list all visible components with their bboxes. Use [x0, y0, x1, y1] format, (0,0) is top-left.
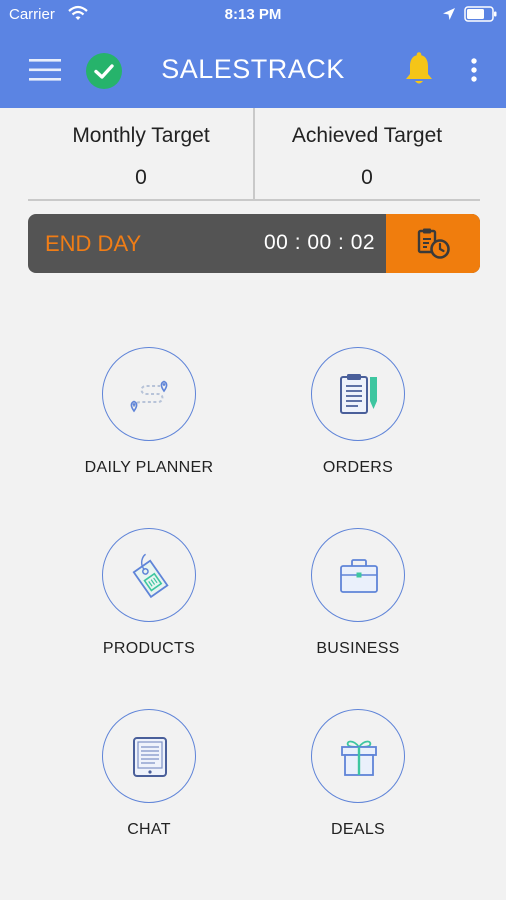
tile-deals[interactable]: DEALS	[258, 709, 458, 859]
tile-products[interactable]: PRODUCTS	[49, 528, 249, 678]
tile-label-business: BUSINESS	[316, 640, 400, 657]
end-day-timer: 00 : 00 : 02	[264, 231, 376, 254]
tile-daily-planner[interactable]: DAILY PLANNER	[49, 347, 249, 497]
chat-tablet-icon	[133, 737, 167, 777]
clipboard-clock-icon	[417, 228, 450, 259]
gift-icon	[341, 740, 377, 776]
more-options-icon[interactable]	[462, 56, 486, 86]
tile-business[interactable]: BUSINESS	[258, 528, 458, 678]
tile-label-deals: DEALS	[331, 821, 385, 838]
products-icon-circle	[102, 528, 196, 622]
clipboard-icon	[340, 374, 377, 414]
achieved-target-value: 0	[361, 166, 373, 189]
end-day-label: END DAY	[45, 231, 142, 256]
route-map-icon	[130, 380, 168, 413]
achieved-target: Achieved Target 0	[254, 108, 480, 199]
monthly-target-label: Monthly Target	[72, 124, 210, 147]
tile-chat[interactable]: CHAT	[49, 709, 249, 859]
location-arrow-icon	[442, 7, 456, 25]
app-header: Carrier 8:13 PM SALESTRACK	[0, 0, 506, 108]
monthly-target-value: 0	[135, 166, 147, 189]
battery-icon	[464, 6, 498, 26]
chat-icon-circle	[102, 709, 196, 803]
end-day-bar[interactable]: END DAY 00 : 00 : 02	[28, 214, 480, 273]
status-time: 8:13 PM	[224, 6, 282, 23]
targets-panel: Monthly Target 0 Achieved Target 0	[28, 108, 480, 201]
achieved-target-label: Achieved Target	[291, 124, 443, 147]
price-tag-icon	[132, 553, 169, 599]
bell-icon[interactable]	[403, 52, 435, 88]
tile-label-chat: CHAT	[127, 821, 171, 838]
daily-planner-icon-circle	[102, 347, 196, 441]
tile-label-daily-planner: DAILY PLANNER	[84, 459, 214, 476]
deals-icon-circle	[311, 709, 405, 803]
tile-label-orders: ORDERS	[322, 459, 394, 476]
briefcase-icon	[340, 559, 378, 593]
monthly-target: Monthly Target 0	[28, 108, 254, 199]
tile-orders[interactable]: ORDERS	[258, 347, 458, 497]
business-icon-circle	[311, 528, 405, 622]
tile-label-products: PRODUCTS	[102, 640, 196, 657]
orders-icon-circle	[311, 347, 405, 441]
status-bar: Carrier 8:13 PM	[0, 0, 506, 30]
end-day-button[interactable]	[386, 214, 480, 273]
